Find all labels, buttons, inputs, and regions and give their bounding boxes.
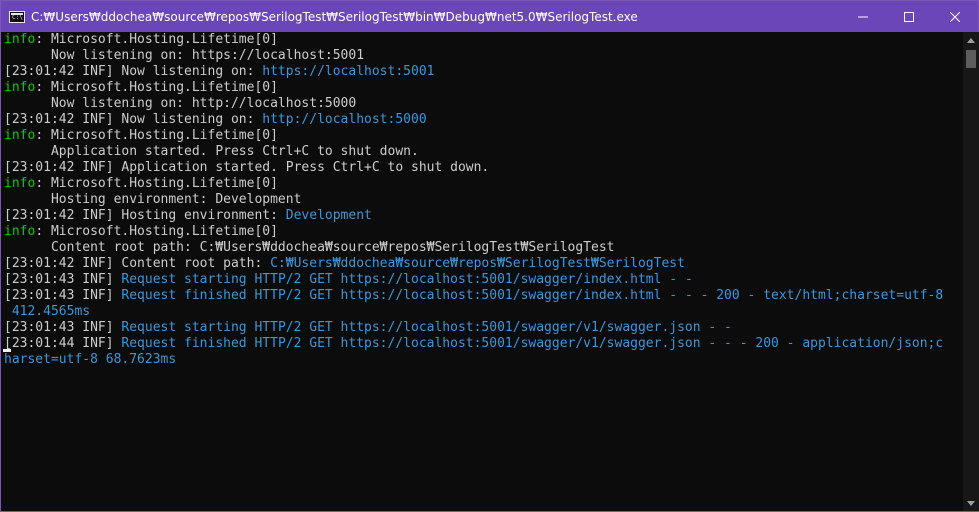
console-line: info: Microsoft.Hosting.Lifetime[0] bbox=[2, 128, 963, 144]
log-level-label: info bbox=[4, 32, 36, 47]
console-window: C:\ C:₩Users₩ddochea₩source₩repos₩Serilo… bbox=[0, 0, 979, 512]
console-output[interactable]: info: Microsoft.Hosting.Lifetime[0] Now … bbox=[2, 32, 963, 511]
console-text: [23:01:44 INF] bbox=[4, 336, 122, 351]
console-text: [23:01:42 INF] Content root path: bbox=[4, 256, 271, 271]
log-level-label: info bbox=[4, 128, 36, 143]
console-text: Development bbox=[285, 208, 372, 223]
console-text: [23:01:43 INF] bbox=[4, 320, 122, 335]
console-text: [23:01:43 INF] bbox=[4, 288, 122, 303]
console-text: [23:01:42 INF] Hosting environment: bbox=[4, 208, 286, 223]
scrollbar-thumb[interactable] bbox=[966, 50, 976, 68]
console-text: Hosting environment: Development bbox=[4, 192, 302, 207]
console-line: [23:01:42 INF] Now listening on: http://… bbox=[2, 112, 963, 128]
console-line: Application started. Press Ctrl+C to shu… bbox=[2, 144, 963, 160]
log-level-label: info bbox=[4, 80, 36, 95]
console-line: Hosting environment: Development bbox=[2, 192, 963, 208]
minimize-icon bbox=[858, 16, 868, 17]
console-line: [23:01:43 INF] Request starting HTTP/2 G… bbox=[2, 272, 963, 288]
console-line: [23:01:42 INF] Now listening on: https:/… bbox=[2, 64, 963, 80]
console-text: : Microsoft.Hosting.Lifetime[0] bbox=[35, 80, 278, 95]
console-line: Now listening on: https://localhost:5001 bbox=[2, 48, 963, 64]
app-icon-glyph: C:\ bbox=[12, 13, 23, 21]
console-line: info: Microsoft.Hosting.Lifetime[0] bbox=[2, 224, 963, 240]
console-text: http://localhost:5000 bbox=[262, 112, 427, 127]
console-text: https://localhost:5001 bbox=[262, 64, 435, 79]
vertical-scrollbar[interactable] bbox=[963, 32, 979, 511]
console-text: Application started. Press Ctrl+C to shu… bbox=[4, 144, 419, 159]
console-line: [23:01:42 INF] Hosting environment: Deve… bbox=[2, 208, 963, 224]
log-level-label: info bbox=[4, 176, 36, 191]
console-line: Content root path: C:₩Users₩ddochea₩sour… bbox=[2, 240, 963, 256]
console-text: Now listening on: http://localhost:5000 bbox=[4, 96, 357, 111]
close-icon bbox=[950, 11, 960, 22]
console-text: : Microsoft.Hosting.Lifetime[0] bbox=[35, 32, 278, 47]
console-text: Content root path: C:₩Users₩ddochea₩sour… bbox=[4, 240, 615, 255]
title-bar[interactable]: C:\ C:₩Users₩ddochea₩source₩repos₩Serilo… bbox=[1, 1, 978, 32]
console-line: [23:01:42 INF] Application started. Pres… bbox=[2, 160, 963, 176]
console-text: [23:01:43 INF] bbox=[4, 272, 122, 287]
console-line: harset=utf-8 68.7623ms bbox=[2, 352, 963, 368]
log-level-label: info bbox=[4, 224, 36, 239]
console-text: [23:01:42 INF] Application started. Pres… bbox=[4, 160, 490, 175]
console-text: Request starting HTTP/2 GET https://loca… bbox=[121, 320, 732, 335]
console-text: 412.4565ms bbox=[4, 304, 91, 319]
console-text: : Microsoft.Hosting.Lifetime[0] bbox=[35, 224, 278, 239]
minimize-button[interactable] bbox=[840, 1, 886, 32]
console-line: info: Microsoft.Hosting.Lifetime[0] bbox=[2, 32, 963, 48]
console-line: [23:01:43 INF] Request finished HTTP/2 G… bbox=[2, 288, 963, 304]
console-line: Now listening on: http://localhost:5000 bbox=[2, 96, 963, 112]
console-line: info: Microsoft.Hosting.Lifetime[0] bbox=[2, 176, 963, 192]
console-app-icon[interactable]: C:\ bbox=[9, 10, 25, 23]
close-button[interactable] bbox=[932, 1, 978, 32]
console-text: [23:01:42 INF] Now listening on: bbox=[4, 112, 263, 127]
console-text: Request finished HTTP/2 GET https://loca… bbox=[121, 288, 944, 303]
console-text: : Microsoft.Hosting.Lifetime[0] bbox=[35, 128, 278, 143]
console-line: [23:01:42 INF] Content root path: C:₩Use… bbox=[2, 256, 963, 272]
window-title: C:₩Users₩ddochea₩source₩repos₩SerilogTes… bbox=[31, 9, 638, 24]
console-text: C:₩Users₩ddochea₩source₩repos₩SerilogTes… bbox=[270, 256, 685, 271]
console-text: [23:01:42 INF] Now listening on: bbox=[4, 64, 263, 79]
console-line: [23:01:44 INF] Request finished HTTP/2 G… bbox=[2, 336, 963, 352]
console-text: Request starting HTTP/2 GET https://loca… bbox=[121, 272, 693, 287]
console-line: 412.4565ms bbox=[2, 304, 963, 320]
console-line: [23:01:43 INF] Request starting HTTP/2 G… bbox=[2, 320, 963, 336]
console-line: info: Microsoft.Hosting.Lifetime[0] bbox=[2, 80, 963, 96]
console-text: harset=utf-8 68.7623ms bbox=[4, 352, 177, 367]
maximize-icon bbox=[904, 11, 914, 22]
console-text: : Microsoft.Hosting.Lifetime[0] bbox=[35, 176, 278, 191]
console-text: Request finished HTTP/2 GET https://loca… bbox=[121, 336, 944, 351]
maximize-button[interactable] bbox=[886, 1, 932, 32]
scroll-up-arrow-icon[interactable] bbox=[963, 32, 979, 48]
text-cursor bbox=[3, 349, 11, 352]
scroll-down-arrow-icon[interactable] bbox=[963, 495, 979, 511]
console-text: Now listening on: https://localhost:5001 bbox=[4, 48, 365, 63]
